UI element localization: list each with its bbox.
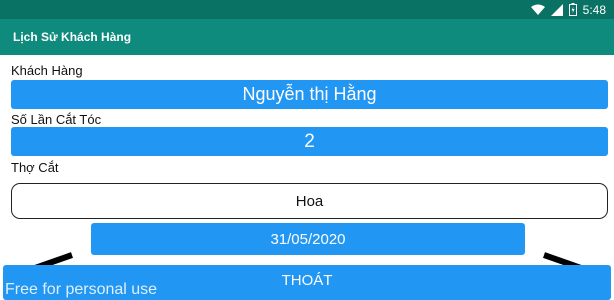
barber-value: Hoa <box>295 192 324 210</box>
exit-button-label: THOÁT <box>281 272 333 289</box>
date-value: 31/05/2020 <box>270 230 346 248</box>
date-display[interactable]: 31/05/2020 <box>91 223 525 255</box>
app-bar: Lịch Sử Khách Hàng <box>0 19 614 55</box>
barber-field[interactable]: Hoa <box>11 183 608 219</box>
haircut-count-value: 2 <box>304 130 315 152</box>
signal-icon <box>550 3 563 16</box>
app-bar-title: Lịch Sử Khách Hàng <box>13 30 132 44</box>
status-icons: 5:48 <box>530 2 606 17</box>
status-bar: 5:48 <box>0 0 614 19</box>
haircut-count-label: Số Lần Cắt Tóc <box>11 112 102 127</box>
customer-value: Nguyễn thị Hằng <box>242 84 377 104</box>
customer-label: Khách Hàng <box>11 63 83 78</box>
haircut-count-field[interactable]: 2 <box>11 127 608 156</box>
barber-label: Thợ Cắt <box>11 160 59 175</box>
wifi-icon <box>530 4 545 15</box>
watermark-text: Free for personal use <box>5 281 158 298</box>
battery-icon <box>568 3 577 16</box>
status-time: 5:48 <box>582 2 606 17</box>
customer-field[interactable]: Nguyễn thị Hằng <box>11 80 608 109</box>
